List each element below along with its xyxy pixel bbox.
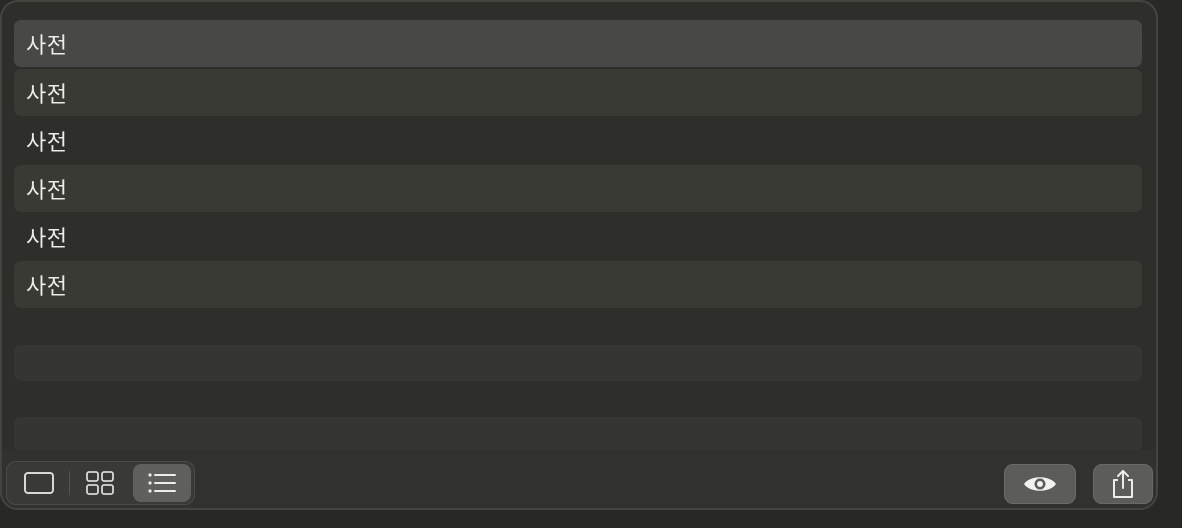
grid-view-button[interactable] [71, 464, 129, 502]
empty-list-row [14, 417, 1142, 453]
list-item-label: 사전 [26, 130, 68, 156]
view-mode-segmented-control [6, 461, 195, 505]
bottom-toolbar [2, 450, 1156, 508]
list-item-label: 사전 [26, 274, 68, 300]
list-item[interactable]: 사전 [14, 117, 1142, 164]
single-view-button[interactable] [10, 464, 68, 502]
list-item[interactable]: 사전 [14, 165, 1142, 212]
share-button[interactable] [1093, 464, 1153, 504]
list-item-label: 사전 [26, 226, 68, 252]
list-view-button[interactable] [133, 464, 191, 502]
segment-divider [69, 471, 70, 495]
list-item[interactable]: 사전 [14, 20, 1142, 67]
list-view-icon [147, 471, 177, 495]
list-item-label: 사전 [26, 33, 68, 59]
list-item-label: 사전 [26, 82, 68, 108]
list-item[interactable]: 사전 [14, 261, 1142, 308]
quick-look-button[interactable] [1004, 464, 1076, 504]
empty-list-row [14, 345, 1142, 381]
single-view-icon [23, 471, 55, 495]
window-panel: 사전 사전 사전 사전 사전 사전 [0, 0, 1158, 510]
list-item[interactable]: 사전 [14, 69, 1142, 116]
grid-view-icon [85, 470, 115, 496]
list-item-label: 사전 [26, 178, 68, 204]
list-item[interactable]: 사전 [14, 213, 1142, 260]
eye-icon [1022, 473, 1058, 495]
share-icon [1110, 469, 1136, 499]
